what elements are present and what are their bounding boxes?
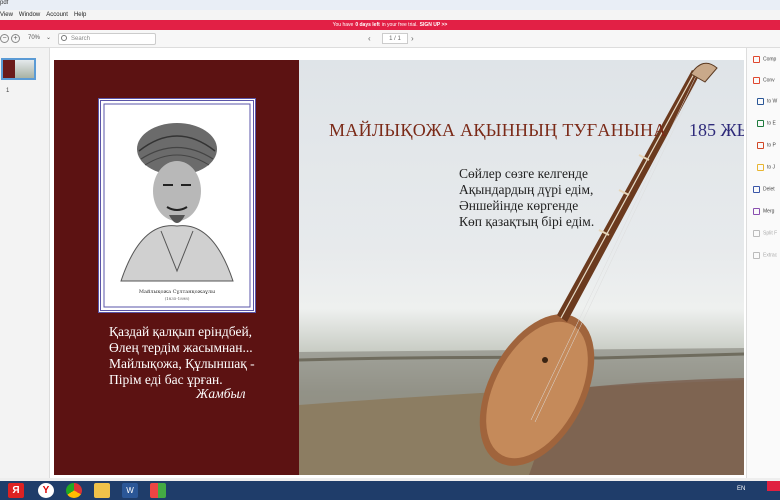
next-page-icon[interactable]: › xyxy=(411,34,414,43)
zoom-out-icon[interactable]: − xyxy=(0,34,9,43)
page-thumbnail[interactable] xyxy=(1,58,36,80)
yandex-icon[interactable]: Я xyxy=(8,483,24,498)
taskbar: Я Y W EN xyxy=(0,481,780,500)
folder-icon[interactable] xyxy=(94,483,110,498)
excel-icon xyxy=(757,120,764,127)
poem-right: Сөйлер сөзге келгенде Ақындардың дүрі ед… xyxy=(459,166,594,230)
trial-prefix: You have xyxy=(332,22,354,28)
tool-merge[interactable]: Merg xyxy=(753,208,780,218)
toolbar: − + 70% ⌄ Search ‹ 1 / 1 › xyxy=(0,30,780,48)
tools-pane: Comp Conv to W to E to P to J Delet Merg… xyxy=(746,48,780,478)
slide-heading: МАЙЛЫҚОЖА АҚЫННЫҢ ТУҒАНЫНА xyxy=(329,120,667,140)
app-icon[interactable] xyxy=(150,483,166,498)
sign-up-link[interactable]: SIGN UP >> xyxy=(420,22,448,28)
delete-icon xyxy=(753,186,760,193)
poem-right-line: Көп қазақтың бірі едім. xyxy=(459,214,595,229)
chevron-down-icon[interactable]: ⌄ xyxy=(46,34,51,41)
menu-account[interactable]: Account xyxy=(46,12,68,18)
extract-icon xyxy=(753,252,760,259)
tool-extract: Extrac xyxy=(753,252,780,262)
split-icon xyxy=(753,230,760,237)
notification-icon[interactable] xyxy=(767,481,780,491)
thumbnail-page-number: 1 xyxy=(6,88,10,94)
slide-page: Майлықожа Сұлтанқожаұлы (1835-1898) Қазд… xyxy=(54,60,744,475)
page-field[interactable]: 1 / 1 xyxy=(382,33,408,44)
poem-left-line: Майлықожа, Құлыншақ - xyxy=(109,356,255,371)
language-indicator[interactable]: EN xyxy=(737,486,745,492)
slide-heading-years: 185 ЖЫ xyxy=(689,120,744,140)
compress-icon xyxy=(753,56,760,63)
portrait-caption: Майлықожа Сұлтанқожаұлы xyxy=(138,289,216,295)
portrait-frame: Майлықожа Сұлтанқожаұлы (1835-1898) xyxy=(98,98,256,313)
menu-bar: View Window Account Help xyxy=(0,10,780,20)
poem-left: Қаздай қалқып еріндбей, Өлең тердім жасы… xyxy=(109,324,255,388)
prev-page-icon[interactable]: ‹ xyxy=(368,34,371,43)
tool-convert[interactable]: Conv xyxy=(753,77,780,87)
portrait-drawing xyxy=(103,103,251,308)
word-app-icon[interactable]: W xyxy=(122,483,138,498)
menu-help[interactable]: Help xyxy=(74,12,86,18)
document-viewer: Майлықожа Сұлтанқожаұлы (1835-1898) Қазд… xyxy=(50,48,746,478)
menu-window[interactable]: Window xyxy=(19,12,40,18)
trial-banner: You have 0 days left in your free trial.… xyxy=(0,20,780,30)
search-input[interactable]: Search xyxy=(58,33,156,45)
ppt-icon xyxy=(757,142,764,149)
slide-right-panel: МАЙЛЫҚОЖА АҚЫННЫҢ ТУҒАНЫНА 185 ЖЫ Сөйлер… xyxy=(299,60,744,475)
tool-split: Split F xyxy=(753,230,780,240)
menu-view[interactable]: View xyxy=(0,12,13,18)
zoom-level[interactable]: 70% xyxy=(28,35,40,41)
poem-left-line: Өлең тердім жасымнан... xyxy=(109,340,253,355)
chrome-icon[interactable] xyxy=(66,483,82,498)
convert-icon xyxy=(753,77,760,84)
trial-days: 0 days left xyxy=(355,22,380,28)
poem-right-line: Сөйлер сөзге келгенде xyxy=(459,166,589,181)
slide-left-panel: Майлықожа Сұлтанқожаұлы (1835-1898) Қазд… xyxy=(54,60,299,475)
tool-to-word[interactable]: to W xyxy=(757,98,780,108)
tool-to-jpg[interactable]: to J xyxy=(757,164,780,174)
tool-compress[interactable]: Comp xyxy=(753,56,780,66)
window-titlebar: pdf xyxy=(0,0,780,10)
yandex-browser-icon[interactable]: Y xyxy=(38,483,54,498)
poem-author: Жамбыл xyxy=(196,386,246,401)
tool-to-excel[interactable]: to E xyxy=(757,120,780,130)
tool-to-ppt[interactable]: to P xyxy=(757,142,780,152)
window-title: pdf xyxy=(0,0,9,6)
poem-right-line: Әншейінде көргенде xyxy=(459,198,579,213)
portrait-years: (1835-1898) xyxy=(164,296,190,301)
poem-right-line: Ақындардың дүрі едім, xyxy=(459,182,594,197)
zoom-in-icon[interactable]: + xyxy=(11,34,20,43)
thumbnail-pane: 1 xyxy=(0,48,50,478)
trial-middle: in your free trial. xyxy=(381,22,418,28)
jpg-icon xyxy=(757,164,764,171)
poem-left-line: Қаздай қалқып еріндбей, xyxy=(109,324,253,339)
search-icon xyxy=(61,35,67,41)
tool-delete[interactable]: Delet xyxy=(753,186,780,196)
word-icon xyxy=(757,98,764,105)
merge-icon xyxy=(753,208,760,215)
